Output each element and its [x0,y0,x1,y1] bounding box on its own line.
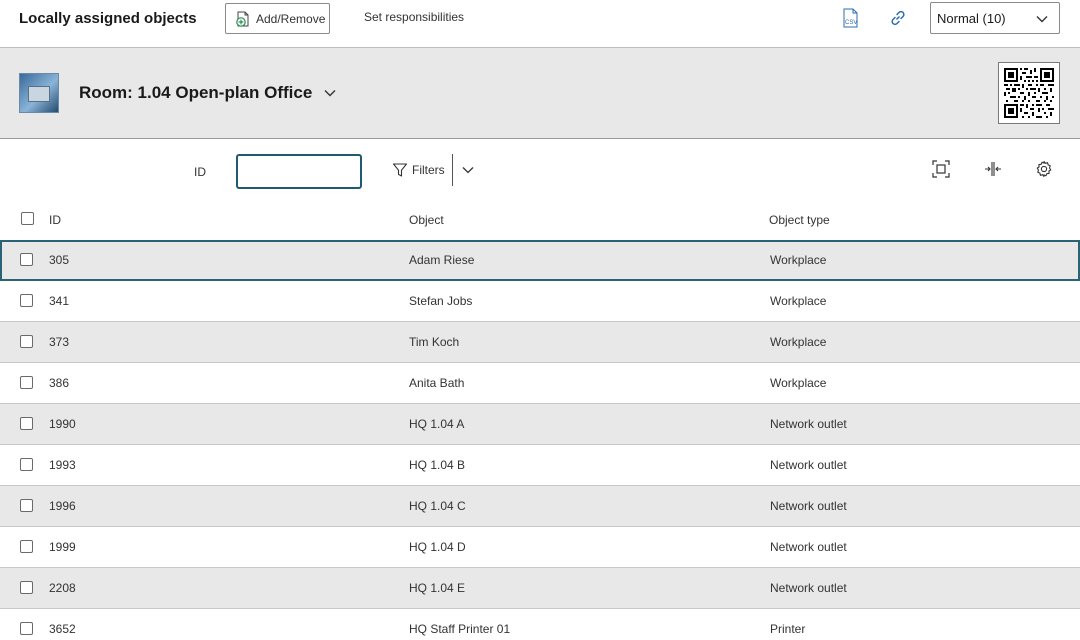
cell-object-type: Workplace [770,294,827,308]
cell-object-type: Workplace [770,376,827,390]
row-checkbox[interactable] [20,458,33,471]
row-checkbox[interactable] [20,294,33,307]
table-row[interactable]: 3652 HQ Staff Printer 01 Printer [0,609,1080,640]
row-checkbox[interactable] [20,581,33,594]
cell-object: Anita Bath [409,376,465,390]
cell-id: 386 [49,376,70,390]
column-header-object[interactable]: Object [409,213,444,227]
top-toolbar: Locally assigned objects Add/Remove Set … [0,0,1080,48]
column-resize-icon[interactable] [984,160,1002,178]
cell-object: HQ 1.04 C [409,499,466,513]
level-select[interactable]: Normal (10) [930,2,1060,34]
cell-id: 1993 [49,458,76,472]
cell-object-type: Printer [770,622,806,636]
row-checkbox[interactable] [20,417,33,430]
settings-gear-icon[interactable] [1035,160,1053,178]
row-checkbox[interactable] [20,335,33,348]
cell-object-type: Network outlet [770,540,847,554]
room-thumbnail [19,73,59,113]
table-row[interactable]: 2208 HQ 1.04 E Network outlet [0,568,1080,609]
table-row[interactable]: 1990 HQ 1.04 A Network outlet [0,404,1080,445]
link-icon[interactable] [888,8,908,28]
cell-id: 2208 [49,581,76,595]
cell-id: 341 [49,294,70,308]
chevron-down-icon[interactable] [461,164,475,176]
filters-label: Filters [412,163,445,177]
cell-object: HQ 1.04 D [409,540,466,554]
room-header: Room: 1.04 Open-plan Office [0,48,1080,139]
add-remove-label: Add/Remove [256,11,326,26]
cell-id: 305 [49,253,70,267]
cell-object: HQ 1.04 B [409,458,466,472]
add-remove-button[interactable]: Add/Remove [225,3,330,34]
row-checkbox[interactable] [20,376,33,389]
table-row[interactable]: 373 Tim Koch Workplace [0,322,1080,363]
cell-object: Stefan Jobs [409,294,473,308]
cell-object: HQ 1.04 E [409,581,466,595]
column-header-id[interactable]: ID [49,213,61,227]
table-row[interactable]: 1999 HQ 1.04 D Network outlet [0,527,1080,568]
cell-object: HQ 1.04 A [409,417,465,431]
row-checkbox[interactable] [20,253,33,266]
set-responsibilities-button[interactable]: Set responsibilities [364,10,464,24]
chevron-down-icon[interactable] [322,86,338,100]
cell-id: 1996 [49,499,76,513]
csv-icon-text: CSV [845,20,857,26]
cell-object-type: Workplace [770,253,827,267]
row-checkbox[interactable] [20,540,33,553]
id-filter-label: ID [194,165,206,179]
add-document-icon [236,11,249,27]
table-row[interactable]: 1996 HQ 1.04 C Network outlet [0,486,1080,527]
chevron-down-icon [1036,16,1048,23]
cell-id: 3652 [49,622,76,636]
cell-object-type: Network outlet [770,458,847,472]
select-all-checkbox[interactable] [21,212,34,225]
csv-export-icon[interactable]: CSV [840,8,860,28]
table-header: ID Object Object type [0,200,1080,240]
table-row[interactable]: 386 Anita Bath Workplace [0,363,1080,404]
id-filter-input[interactable] [236,154,362,189]
table-row[interactable]: 341 Stefan Jobs Workplace [0,281,1080,322]
cell-object: HQ Staff Printer 01 [409,622,511,636]
cell-object: Adam Riese [409,253,475,267]
cell-object-type: Network outlet [770,417,847,431]
table-row[interactable]: 305 Adam Riese Workplace [0,240,1080,281]
cell-object: Tim Koch [409,335,460,349]
row-checkbox[interactable] [20,622,33,635]
cell-object-type: Workplace [770,335,827,349]
cell-id: 1990 [49,417,76,431]
filters-divider [452,154,453,186]
table-row[interactable]: 1993 HQ 1.04 B Network outlet [0,445,1080,486]
page-title: Locally assigned objects [19,10,197,27]
cell-id: 1999 [49,540,76,554]
level-select-value: Normal (10) [937,10,1006,26]
row-checkbox[interactable] [20,499,33,512]
fit-to-screen-icon[interactable] [932,160,950,178]
filters-button[interactable]: Filters [392,154,445,186]
cell-id: 373 [49,335,70,349]
room-title: Room: 1.04 Open-plan Office [79,83,313,102]
filter-icon [392,163,408,177]
cell-object-type: Network outlet [770,499,847,513]
qr-code [998,62,1060,124]
cell-object-type: Network outlet [770,581,847,595]
column-header-object-type[interactable]: Object type [769,213,830,227]
